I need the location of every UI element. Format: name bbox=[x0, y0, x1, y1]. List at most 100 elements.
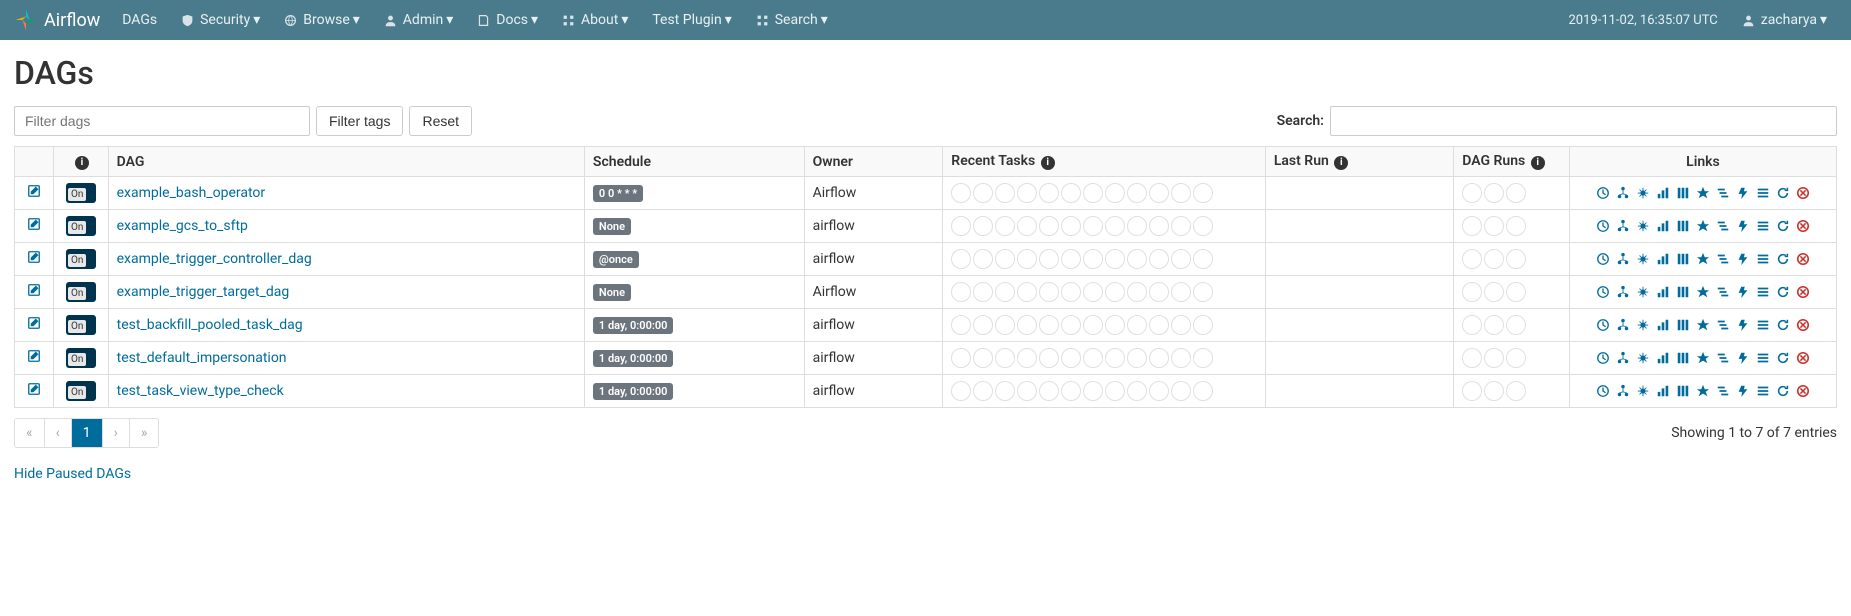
schedule-badge[interactable]: None bbox=[593, 218, 631, 235]
nav-test-plugin[interactable]: Test Plugin▾ bbox=[640, 0, 743, 40]
delete-icon[interactable] bbox=[1796, 219, 1810, 233]
task-duration-icon[interactable] bbox=[1656, 384, 1670, 398]
nav-docs[interactable]: Docs▾ bbox=[465, 0, 550, 40]
dag-link[interactable]: example_bash_operator bbox=[117, 185, 266, 201]
task-tries-icon[interactable] bbox=[1676, 285, 1690, 299]
refresh-icon[interactable] bbox=[1776, 318, 1790, 332]
landing-times-icon[interactable] bbox=[1696, 252, 1710, 266]
edit-icon[interactable] bbox=[27, 384, 41, 400]
reset-button[interactable]: Reset bbox=[409, 106, 472, 136]
filter-dags-input[interactable] bbox=[14, 106, 310, 136]
dag-link[interactable]: example_trigger_controller_dag bbox=[117, 251, 312, 267]
code-icon[interactable] bbox=[1736, 384, 1750, 398]
task-duration-icon[interactable] bbox=[1656, 186, 1670, 200]
nav-user[interactable]: zacharya▾ bbox=[1730, 0, 1839, 40]
trigger-dag-icon[interactable] bbox=[1596, 285, 1610, 299]
landing-times-icon[interactable] bbox=[1696, 318, 1710, 332]
logs-icon[interactable] bbox=[1756, 252, 1770, 266]
refresh-icon[interactable] bbox=[1776, 384, 1790, 398]
landing-times-icon[interactable] bbox=[1696, 384, 1710, 398]
col-schedule[interactable]: Schedule bbox=[584, 147, 804, 177]
delete-icon[interactable] bbox=[1796, 252, 1810, 266]
dag-toggle[interactable]: On bbox=[66, 315, 96, 335]
code-icon[interactable] bbox=[1736, 285, 1750, 299]
dag-link[interactable]: example_trigger_target_dag bbox=[117, 284, 290, 300]
task-duration-icon[interactable] bbox=[1656, 351, 1670, 365]
col-last-run[interactable]: Last Run i bbox=[1265, 147, 1453, 177]
dag-toggle[interactable]: On bbox=[66, 216, 96, 236]
tree-view-icon[interactable] bbox=[1616, 351, 1630, 365]
gantt-icon[interactable] bbox=[1716, 186, 1730, 200]
task-tries-icon[interactable] bbox=[1676, 384, 1690, 398]
col-owner[interactable]: Owner bbox=[804, 147, 943, 177]
tree-view-icon[interactable] bbox=[1616, 219, 1630, 233]
filter-tags-button[interactable]: Filter tags bbox=[316, 106, 403, 136]
refresh-icon[interactable] bbox=[1776, 186, 1790, 200]
dag-toggle[interactable]: On bbox=[66, 249, 96, 269]
nav-admin[interactable]: Admin▾ bbox=[372, 0, 465, 40]
trigger-dag-icon[interactable] bbox=[1596, 318, 1610, 332]
edit-icon[interactable] bbox=[27, 186, 41, 202]
landing-times-icon[interactable] bbox=[1696, 186, 1710, 200]
search-input[interactable] bbox=[1330, 106, 1837, 136]
task-duration-icon[interactable] bbox=[1656, 252, 1670, 266]
schedule-badge[interactable]: 1 day, 0:00:00 bbox=[593, 383, 674, 400]
gantt-icon[interactable] bbox=[1716, 318, 1730, 332]
dag-link[interactable]: test_backfill_pooled_task_dag bbox=[117, 317, 303, 333]
graph-view-icon[interactable] bbox=[1636, 186, 1650, 200]
trigger-dag-icon[interactable] bbox=[1596, 351, 1610, 365]
task-tries-icon[interactable] bbox=[1676, 186, 1690, 200]
edit-icon[interactable] bbox=[27, 219, 41, 235]
edit-icon[interactable] bbox=[27, 318, 41, 334]
logs-icon[interactable] bbox=[1756, 351, 1770, 365]
hide-paused-link[interactable]: Hide Paused DAGs bbox=[14, 466, 131, 482]
trigger-dag-icon[interactable] bbox=[1596, 219, 1610, 233]
landing-times-icon[interactable] bbox=[1696, 285, 1710, 299]
schedule-badge[interactable]: 0 0 * * * bbox=[593, 185, 643, 202]
landing-times-icon[interactable] bbox=[1696, 219, 1710, 233]
delete-icon[interactable] bbox=[1796, 351, 1810, 365]
nav-security[interactable]: Security▾ bbox=[169, 0, 272, 40]
nav-dags[interactable]: DAGs bbox=[110, 0, 169, 40]
graph-view-icon[interactable] bbox=[1636, 351, 1650, 365]
edit-icon[interactable] bbox=[27, 351, 41, 367]
refresh-icon[interactable] bbox=[1776, 285, 1790, 299]
code-icon[interactable] bbox=[1736, 186, 1750, 200]
graph-view-icon[interactable] bbox=[1636, 252, 1650, 266]
logs-icon[interactable] bbox=[1756, 318, 1770, 332]
task-duration-icon[interactable] bbox=[1656, 285, 1670, 299]
edit-icon[interactable] bbox=[27, 285, 41, 301]
dag-toggle[interactable]: On bbox=[66, 381, 96, 401]
dag-toggle[interactable]: On bbox=[66, 348, 96, 368]
task-tries-icon[interactable] bbox=[1676, 252, 1690, 266]
tree-view-icon[interactable] bbox=[1616, 186, 1630, 200]
page-next[interactable]: › bbox=[103, 419, 130, 447]
task-duration-icon[interactable] bbox=[1656, 219, 1670, 233]
task-tries-icon[interactable] bbox=[1676, 351, 1690, 365]
tree-view-icon[interactable] bbox=[1616, 285, 1630, 299]
gantt-icon[interactable] bbox=[1716, 219, 1730, 233]
graph-view-icon[interactable] bbox=[1636, 384, 1650, 398]
schedule-badge[interactable]: None bbox=[593, 284, 631, 301]
gantt-icon[interactable] bbox=[1716, 351, 1730, 365]
trigger-dag-icon[interactable] bbox=[1596, 252, 1610, 266]
col-dag[interactable]: DAG bbox=[108, 147, 584, 177]
dag-link[interactable]: example_gcs_to_sftp bbox=[117, 218, 248, 234]
refresh-icon[interactable] bbox=[1776, 219, 1790, 233]
dag-toggle[interactable]: On bbox=[66, 183, 96, 203]
code-icon[interactable] bbox=[1736, 351, 1750, 365]
schedule-badge[interactable]: 1 day, 0:00:00 bbox=[593, 317, 674, 334]
trigger-dag-icon[interactable] bbox=[1596, 384, 1610, 398]
logs-icon[interactable] bbox=[1756, 219, 1770, 233]
page-1[interactable]: 1 bbox=[72, 419, 103, 447]
logs-icon[interactable] bbox=[1756, 186, 1770, 200]
task-tries-icon[interactable] bbox=[1676, 318, 1690, 332]
edit-icon[interactable] bbox=[27, 252, 41, 268]
code-icon[interactable] bbox=[1736, 252, 1750, 266]
code-icon[interactable] bbox=[1736, 219, 1750, 233]
dag-toggle[interactable]: On bbox=[66, 282, 96, 302]
logs-icon[interactable] bbox=[1756, 285, 1770, 299]
delete-icon[interactable] bbox=[1796, 384, 1810, 398]
code-icon[interactable] bbox=[1736, 318, 1750, 332]
tree-view-icon[interactable] bbox=[1616, 318, 1630, 332]
